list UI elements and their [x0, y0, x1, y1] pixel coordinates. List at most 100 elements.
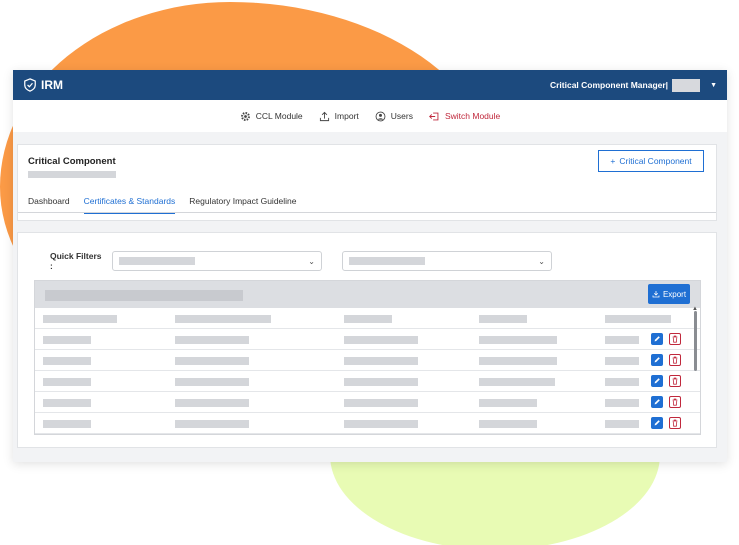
column-header-placeholder [43, 315, 117, 323]
edit-button[interactable] [651, 354, 663, 366]
export-button[interactable]: Export [648, 284, 690, 304]
edit-icon [654, 378, 660, 384]
edit-button[interactable] [651, 417, 663, 429]
tabs-divider [18, 212, 716, 213]
top-bar: IRM Critical Component Manager| ▼ [13, 70, 727, 100]
filter-select-2[interactable]: ⌄ [342, 251, 552, 271]
select-value-placeholder [119, 257, 195, 265]
trash-icon [672, 335, 678, 343]
cell-placeholder [43, 336, 91, 344]
delete-button[interactable] [669, 396, 681, 408]
cell-placeholder [605, 420, 639, 428]
column-header-placeholder [605, 315, 671, 323]
trash-icon [672, 356, 678, 364]
module-label: CCL Module [255, 111, 303, 121]
user-name-placeholder [672, 78, 701, 92]
cell-placeholder [175, 357, 249, 365]
module-users[interactable]: Users [375, 111, 413, 122]
gear-icon [240, 111, 250, 121]
app-window: IRM Critical Component Manager| ▼ CCL Mo… [13, 70, 727, 462]
shield-check-icon [24, 78, 36, 92]
cell-placeholder [43, 420, 91, 428]
cell-placeholder [344, 378, 418, 386]
cell-placeholder [43, 378, 91, 386]
content-card: Quick Filters : ⌄ ⌄ Export ▲ [17, 232, 717, 448]
module-label: Switch Module [444, 111, 501, 121]
cell-placeholder [344, 336, 418, 344]
page-header-card: Critical Component + Critical Component … [17, 144, 717, 221]
filter-select-1[interactable]: ⌄ [112, 251, 322, 271]
module-switch[interactable]: Switch Module [429, 111, 500, 122]
user-menu[interactable]: Critical Component Manager| ▼ [549, 78, 717, 92]
column-header-placeholder [344, 315, 392, 323]
table-scrollbar[interactable] [694, 311, 697, 371]
edit-button[interactable] [651, 375, 663, 387]
cell-placeholder [43, 357, 91, 365]
cell-placeholder [344, 420, 418, 428]
table-row [35, 329, 700, 350]
cell-placeholder [479, 336, 557, 344]
chevron-down-icon: ⌄ [308, 256, 315, 266]
module-label: Users [390, 111, 413, 121]
app-logo[interactable]: IRM [23, 78, 63, 92]
cell-placeholder [605, 378, 639, 386]
edit-icon [654, 336, 660, 342]
data-table: Export ▲ [34, 280, 701, 435]
column-header-placeholder [175, 315, 271, 323]
module-ccl[interactable]: CCL Module [240, 111, 303, 122]
cell-placeholder [175, 336, 249, 344]
page-title: Critical Component [28, 156, 116, 167]
table-row [35, 371, 700, 392]
download-icon [652, 291, 660, 298]
user-role-label: Critical Component Manager| [549, 80, 669, 90]
table-title-placeholder [45, 290, 243, 301]
table-toolbar: Export [35, 281, 700, 308]
cell-placeholder [479, 399, 537, 407]
edit-icon [654, 357, 660, 363]
upload-icon [319, 111, 329, 121]
select-value-placeholder [349, 257, 425, 265]
cell-placeholder [175, 420, 249, 428]
table-row [35, 392, 700, 413]
quick-filters: Quick Filters : ⌄ ⌄ [38, 251, 552, 271]
quick-filters-label: Quick Filters : [50, 251, 102, 271]
cell-placeholder [175, 399, 249, 407]
delete-button[interactable] [669, 375, 681, 387]
subtitle-placeholder [28, 171, 116, 178]
cell-placeholder [344, 357, 418, 365]
cell-placeholder [344, 399, 418, 407]
add-critical-component-button[interactable]: + Critical Component [598, 150, 704, 172]
table-row [35, 413, 700, 434]
cell-placeholder [605, 336, 639, 344]
delete-button[interactable] [669, 354, 681, 366]
trash-icon [672, 398, 678, 406]
cell-placeholder [43, 399, 91, 407]
user-icon [375, 111, 386, 121]
table-header-row [35, 308, 700, 329]
cell-placeholder [479, 420, 537, 428]
edit-button[interactable] [651, 333, 663, 345]
switch-icon [429, 112, 439, 120]
cell-placeholder [479, 357, 557, 365]
edit-button[interactable] [651, 396, 663, 408]
delete-button[interactable] [669, 417, 681, 429]
trash-icon [672, 419, 678, 427]
column-header-placeholder [479, 315, 527, 323]
app-name: IRM [41, 78, 63, 92]
trash-icon [672, 377, 678, 385]
caret-down-icon[interactable]: ▼ [710, 82, 717, 89]
cell-placeholder [479, 378, 555, 386]
cell-placeholder [605, 399, 639, 407]
edit-icon [654, 420, 660, 426]
chevron-down-icon: ⌄ [538, 256, 545, 266]
edit-icon [654, 399, 660, 405]
cell-placeholder [175, 378, 249, 386]
export-label: Export [662, 289, 687, 299]
add-button-label: Critical Component [619, 156, 692, 166]
delete-button[interactable] [669, 333, 681, 345]
module-label: Import [334, 111, 359, 121]
table-row [35, 350, 700, 371]
module-import[interactable]: Import [319, 111, 359, 122]
cell-placeholder [605, 357, 639, 365]
plus-icon: + [610, 156, 616, 166]
